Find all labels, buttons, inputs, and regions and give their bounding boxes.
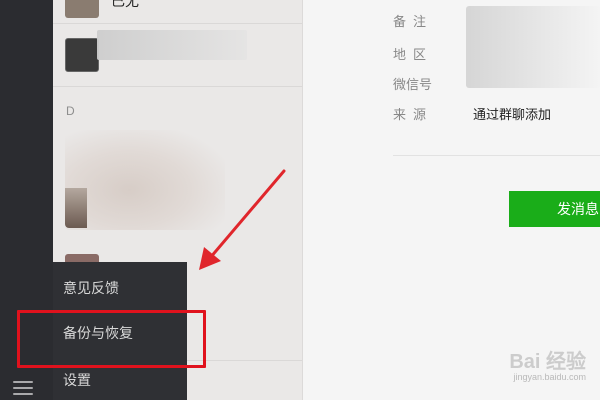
- watermark-url: jingyan.baidu.com: [513, 372, 586, 382]
- watermark: Bai 经验 jingyan.baidu.com: [509, 345, 586, 382]
- watermark-logo: Bai 经验: [509, 351, 586, 373]
- annotation-arrow: [199, 169, 286, 270]
